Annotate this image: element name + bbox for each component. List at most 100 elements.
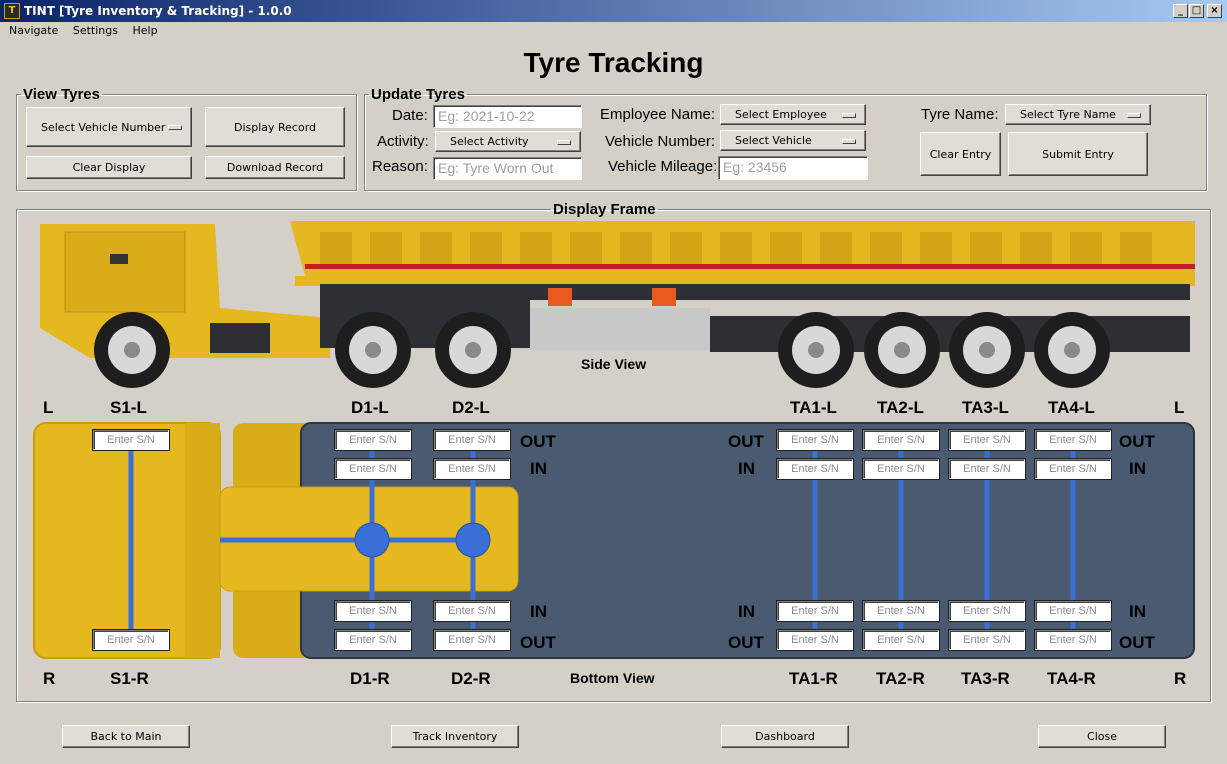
trailer-panels [320, 232, 1152, 264]
vehicle-number-label: Vehicle Number: [605, 133, 716, 150]
in-tag-drive-left: IN [530, 459, 547, 478]
sn-field-ta3-r-out[interactable]: Enter S/N [949, 630, 1025, 650]
side-view-caption: Side View [581, 356, 647, 372]
axle-label-ta4-r: TA4-R [1047, 669, 1096, 688]
axle-label-s1-l: S1-L [110, 398, 147, 417]
axle-label-ta3-r: TA3-R [961, 669, 1010, 688]
sn-field-ta1-l-in[interactable]: Enter S/N [777, 459, 853, 479]
dropdown-indicator-icon [842, 138, 856, 144]
axle-label-ta3-l: TA3-L [962, 398, 1009, 417]
in-tag-trailer-front-left: IN [738, 459, 755, 478]
left-side-label: L [43, 398, 54, 417]
close-button[interactable]: Close [1038, 725, 1166, 748]
dropdown-indicator-icon [842, 112, 856, 118]
sn-field-d1-l-in[interactable]: Enter S/N [335, 459, 411, 479]
sn-field-d2-l-in[interactable]: Enter S/N [434, 459, 510, 479]
axle-label-d2-r: D2-R [451, 669, 491, 688]
sn-field-ta2-l-in[interactable]: Enter S/N [863, 459, 939, 479]
minimize-button[interactable]: _ [1173, 4, 1188, 18]
title-bar: T TINT [Tyre Inventory & Tracking] - 1.0… [0, 0, 1227, 22]
trailer-chassis [320, 284, 1190, 300]
bottom-view-caption: Bottom View [570, 670, 655, 686]
app-icon: T [4, 3, 20, 19]
close-window-button[interactable]: × [1207, 4, 1222, 18]
in-tag-trailer-rear-right: IN [1129, 602, 1146, 621]
employee-dropdown-label: Select Employee [735, 108, 827, 121]
back-to-main-button[interactable]: Back to Main [62, 725, 190, 748]
axle-label-ta1-r: TA1-R [789, 669, 838, 688]
update-tyres-legend: Update Tyres [371, 86, 465, 103]
tyre-name-label: Tyre Name: [921, 106, 999, 123]
out-tag-drive-right: OUT [520, 633, 556, 652]
sn-field-ta4-l-in[interactable]: Enter S/N [1035, 459, 1111, 479]
out-tag-trailer-rear-left: OUT [1119, 432, 1155, 451]
sn-field-ta3-l-in[interactable]: Enter S/N [949, 459, 1025, 479]
differential [354, 522, 390, 558]
cab-step [210, 323, 270, 353]
truck-bottom-view-illustration [33, 422, 1195, 659]
sn-field-ta4-r-in[interactable]: Enter S/N [1035, 601, 1111, 621]
axle-label-d2-l: D2-L [452, 398, 490, 417]
trailer-toolbox [520, 308, 710, 350]
cab-door [64, 231, 186, 313]
left-side-label-rear: L [1174, 398, 1185, 417]
out-tag-trailer-rear-right: OUT [1119, 633, 1155, 652]
sn-field-ta2-l-out[interactable]: Enter S/N [863, 430, 939, 450]
sn-field-ta4-r-out[interactable]: Enter S/N [1035, 630, 1111, 650]
out-tag-trailer-front-left: OUT [728, 432, 764, 451]
sn-field-ta2-r-out[interactable]: Enter S/N [863, 630, 939, 650]
cab-mirror [110, 254, 128, 264]
maximize-button[interactable]: □ [1189, 4, 1204, 18]
menu-navigate[interactable]: Navigate [9, 24, 58, 37]
menu-help[interactable]: Help [132, 24, 157, 37]
page-title: Tyre Tracking [523, 47, 704, 78]
in-tag-trailer-front-right: IN [738, 602, 755, 621]
sn-field-d2-l-out[interactable]: Enter S/N [434, 430, 510, 450]
sn-field-ta4-l-out[interactable]: Enter S/N [1035, 430, 1111, 450]
tyre-name-dropdown-label: Select Tyre Name [1020, 108, 1116, 121]
date-field[interactable]: Eg: 2021-10-22 [433, 105, 582, 128]
vehicle-number-dropdown[interactable]: Select Vehicle Number [26, 107, 192, 147]
menu-bar: Navigate Settings Help [0, 22, 1227, 40]
download-record-button[interactable]: Download Record [205, 156, 345, 179]
sn-field-ta3-r-in[interactable]: Enter S/N [949, 601, 1025, 621]
sn-field-d1-r-in[interactable]: Enter S/N [335, 601, 411, 621]
axle-label-d1-r: D1-R [350, 669, 390, 688]
sn-field-ta1-l-out[interactable]: Enter S/N [777, 430, 853, 450]
activity-dropdown[interactable]: Select Activity [435, 131, 581, 152]
vehicle-dropdown[interactable]: Select Vehicle [720, 130, 866, 151]
axle-label-s1-r: S1-R [110, 669, 149, 688]
sn-field-d2-r-out[interactable]: Enter S/N [434, 630, 510, 650]
axle-label-d1-l: D1-L [351, 398, 389, 417]
track-inventory-button[interactable]: Track Inventory [391, 725, 519, 748]
vehicle-mileage-label: Vehicle Mileage: [608, 158, 718, 175]
employee-name-label: Employee Name: [600, 106, 716, 123]
sn-field-d1-l-out[interactable]: Enter S/N [335, 430, 411, 450]
clear-display-button[interactable]: Clear Display [26, 156, 192, 179]
differential [455, 522, 491, 558]
mileage-field[interactable]: Eg: 23456 [718, 156, 868, 180]
employee-dropdown[interactable]: Select Employee [720, 104, 866, 125]
submit-entry-button[interactable]: Submit Entry [1008, 132, 1148, 176]
menu-settings[interactable]: Settings [73, 24, 118, 37]
sn-field-d2-r-in[interactable]: Enter S/N [434, 601, 510, 621]
clear-entry-button[interactable]: Clear Entry [920, 132, 1001, 176]
vehicle-dropdown-label: Select Vehicle [735, 134, 812, 147]
dropdown-indicator-icon [557, 139, 571, 145]
sn-field-ta2-r-in[interactable]: Enter S/N [863, 601, 939, 621]
sn-field-s1-r[interactable]: Enter S/N [93, 630, 169, 650]
vehicle-number-dropdown-label: Select Vehicle Number [41, 120, 166, 134]
axle-label-ta4-l: TA4-L [1048, 398, 1095, 417]
reason-field[interactable]: Eg: Tyre Worn Out [433, 157, 582, 180]
axle-label-ta2-r: TA2-R [876, 669, 925, 688]
out-tag-trailer-front-right: OUT [728, 633, 764, 652]
sn-field-ta1-r-in[interactable]: Enter S/N [777, 601, 853, 621]
sn-field-d1-r-out[interactable]: Enter S/N [335, 630, 411, 650]
display-record-button[interactable]: Display Record [205, 107, 345, 147]
tyre-name-dropdown[interactable]: Select Tyre Name [1005, 104, 1151, 125]
sn-field-s1-l[interactable]: Enter S/N [93, 430, 169, 450]
dashboard-button[interactable]: Dashboard [721, 725, 849, 748]
trailer-light [652, 288, 676, 306]
sn-field-ta1-r-out[interactable]: Enter S/N [777, 630, 853, 650]
sn-field-ta3-l-out[interactable]: Enter S/N [949, 430, 1025, 450]
